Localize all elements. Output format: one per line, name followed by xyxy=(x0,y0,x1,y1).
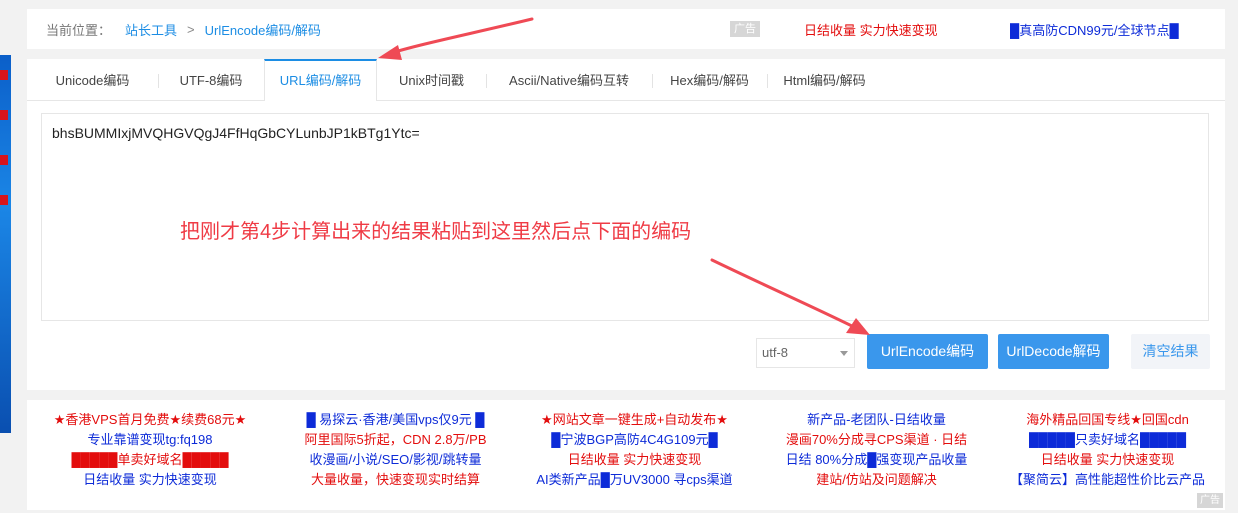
ad-label: 广告 xyxy=(1197,493,1223,508)
breadcrumb-prefix: 当前位置： xyxy=(46,22,112,38)
breadcrumb-separator: > xyxy=(187,21,195,37)
ad-link[interactable]: 专业靠谱变现tg:fq198 xyxy=(33,430,267,450)
tab-utf8[interactable]: UTF-8编码 xyxy=(158,59,264,100)
charset-select-value: utf-8 xyxy=(762,345,789,360)
tab-html[interactable]: Html编码/解码 xyxy=(767,59,882,100)
ad-link[interactable]: 【聚简云】高性能超性价比云产品 xyxy=(990,470,1225,490)
ad-link[interactable]: █ 易探云·香港/美国vps仅9元 █ xyxy=(278,410,513,430)
ad-link[interactable]: 阿里国际5折起，CDN 2.8万/PB xyxy=(278,430,513,450)
ad-strip-mark xyxy=(0,110,8,120)
ad-link[interactable]: █████单卖好域名█████ xyxy=(33,450,267,470)
top-ad-link-2[interactable]: █真高防CDN99元/全球节点█ xyxy=(1010,20,1179,39)
input-textarea[interactable]: bhsBUMMIxjMVQHGVQgJ4FfHqGbCYLunbJP1kBTg1… xyxy=(41,113,1209,321)
ad-strip-mark xyxy=(0,155,8,165)
tab-ascii-native[interactable]: Ascii/Native编码互转 xyxy=(486,59,652,100)
tab-hex[interactable]: Hex编码/解码 xyxy=(652,59,767,100)
annotation-note: 把刚才第4步计算出来的结果粘贴到这里然后点下面的编码 xyxy=(180,221,692,243)
ad-column-4: 新产品-老团队-日结收量 漫画70%分成寻CPS渠道 · 日结 日结 80%分成… xyxy=(759,410,994,490)
ad-column-1: ★香港VPS首月免费★续费68元★ 专业靠谱变现tg:fq198 █████单卖… xyxy=(33,410,267,490)
ad-link[interactable]: 日结收量 实力快速变现 xyxy=(517,450,752,470)
ad-link[interactable]: 日结 80%分成█强变现产品收量 xyxy=(759,450,994,470)
ad-link[interactable]: 大量收量，快速变现实时结算 xyxy=(278,470,513,490)
ad-link[interactable]: █████只卖好域名█████ xyxy=(990,430,1225,450)
ad-label: 广告 xyxy=(730,21,760,37)
ad-link[interactable]: █宁波BGP高防4C4G109元█ xyxy=(517,430,752,450)
ad-link[interactable]: 漫画70%分成寻CPS渠道 · 日结 xyxy=(759,430,994,450)
url-decode-button[interactable]: UrlDecode解码 xyxy=(998,334,1109,369)
breadcrumb: 当前位置： 站长工具 > UrlEncode编码/解码 xyxy=(27,20,321,39)
ad-link[interactable]: 新产品-老团队-日结收量 xyxy=(759,410,994,430)
charset-select[interactable]: utf-8 xyxy=(756,338,855,368)
ad-link[interactable]: ★香港VPS首月免费★续费68元★ xyxy=(33,410,267,430)
ad-column-2: █ 易探云·香港/美国vps仅9元 █ 阿里国际5折起，CDN 2.8万/PB … xyxy=(278,410,513,490)
breadcrumb-bar: 当前位置： 站长工具 > UrlEncode编码/解码 广告 日结收量 实力快速… xyxy=(27,9,1225,49)
ad-link[interactable]: 日结收量 实力快速变现 xyxy=(33,470,267,490)
input-text-value: bhsBUMMIxjMVQHGVQgJ4FfHqGbCYLunbJP1kBTg1… xyxy=(52,125,420,141)
tab-url-encode[interactable]: URL编码/解码 xyxy=(264,59,377,101)
ad-strip-mark xyxy=(0,70,8,80)
bottom-ad-grid: ★香港VPS首月免费★续费68元★ 专业靠谱变现tg:fq198 █████单卖… xyxy=(27,400,1225,510)
tool-panel: Unicode编码 UTF-8编码 URL编码/解码 Unix时间戳 Ascii… xyxy=(27,59,1225,390)
left-edge-ad-strip[interactable] xyxy=(0,55,11,433)
breadcrumb-link-current[interactable]: UrlEncode编码/解码 xyxy=(205,20,321,39)
ad-column-3: ★网站文章一键生成+自动发布★ █宁波BGP高防4C4G109元█ 日结收量 实… xyxy=(517,410,752,490)
ad-strip-mark xyxy=(0,195,8,205)
tab-bar: Unicode编码 UTF-8编码 URL编码/解码 Unix时间戳 Ascii… xyxy=(27,59,1225,101)
ad-link[interactable]: AI类新产品█万UV3000 寻cps渠道 xyxy=(517,470,752,490)
ad-link[interactable]: ★网站文章一键生成+自动发布★ xyxy=(517,410,752,430)
clear-result-button[interactable]: 清空结果 xyxy=(1131,334,1210,369)
chevron-down-icon xyxy=(840,351,848,356)
tab-unix-timestamp[interactable]: Unix时间戳 xyxy=(377,59,486,100)
ad-link[interactable]: 海外精品回国专线★回国cdn xyxy=(990,410,1225,430)
tab-unicode[interactable]: Unicode编码 xyxy=(27,59,158,100)
ad-column-5: 海外精品回国专线★回国cdn █████只卖好域名█████ 日结收量 实力快速… xyxy=(990,410,1225,490)
breadcrumb-link-tools[interactable]: 站长工具 xyxy=(125,20,177,39)
ad-link[interactable]: 日结收量 实力快速变现 xyxy=(990,450,1225,470)
url-encode-button[interactable]: UrlEncode编码 xyxy=(867,334,988,369)
ad-link[interactable]: 收漫画/小说/SEO/影视/跳转量 xyxy=(278,450,513,470)
ad-link[interactable]: 建站/仿站及问题解决 xyxy=(759,470,994,490)
top-ad-link-1[interactable]: 日结收量 实力快速变现 xyxy=(804,20,938,39)
